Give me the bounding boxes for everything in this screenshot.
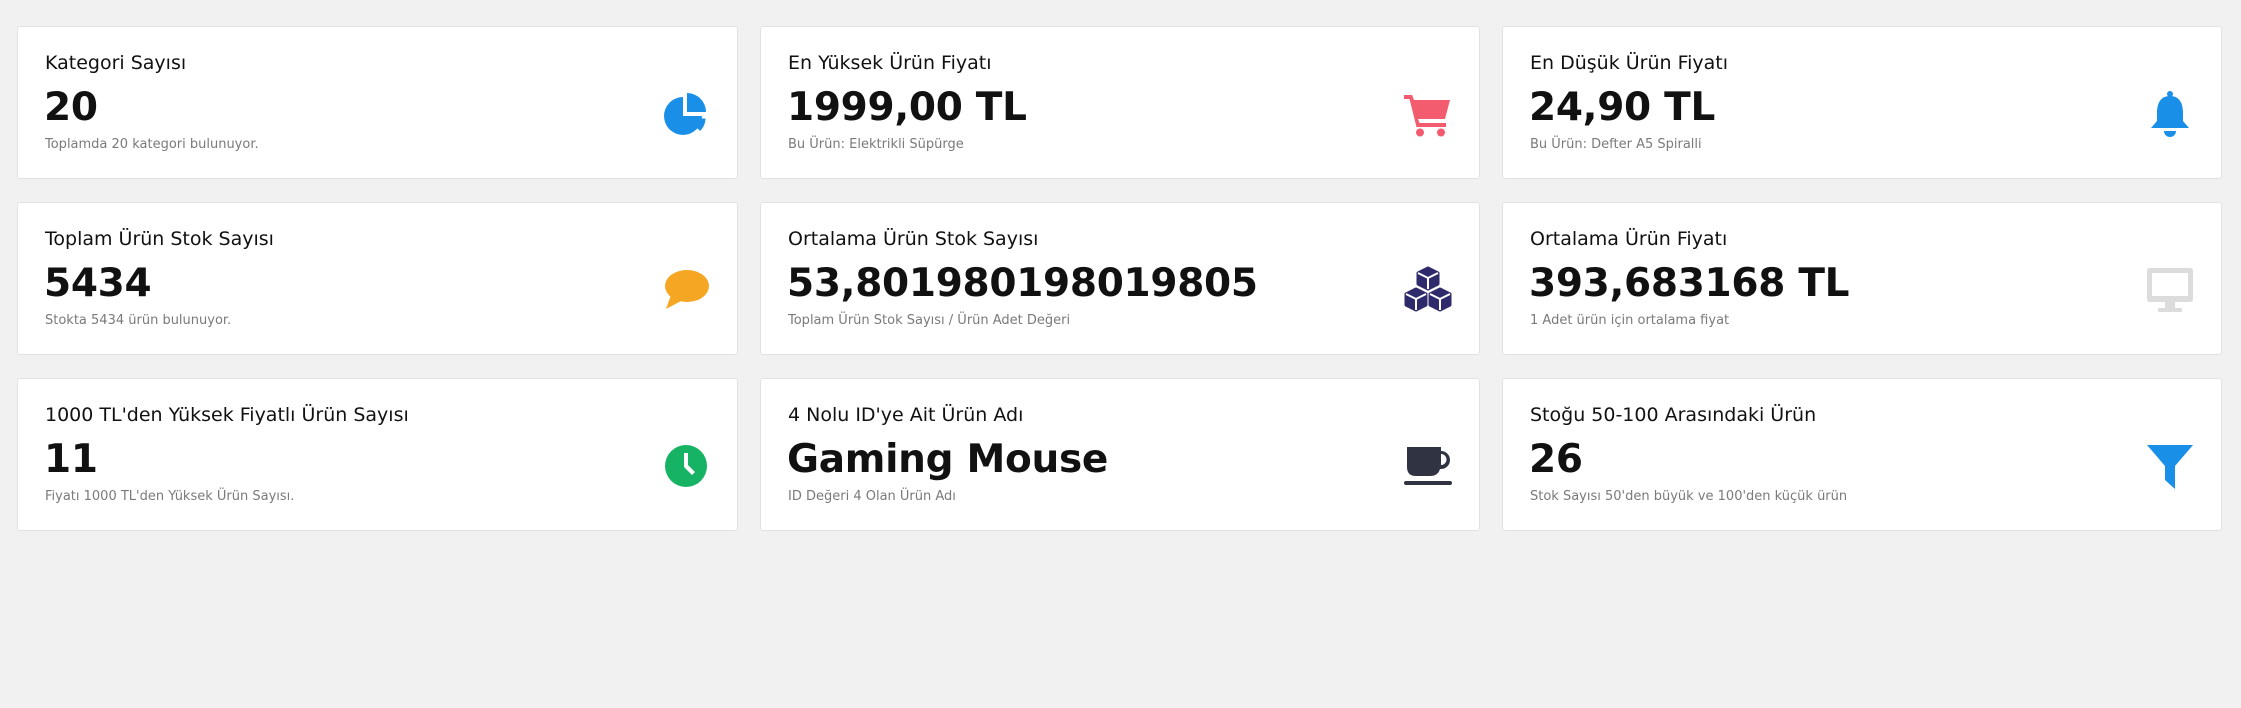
desktop-icon [2145,265,2195,315]
stat-card-lowest-price: En Düşük Ürün Fiyatı 24,90 TL Bu Ürün: D… [1502,26,2222,179]
cubes-icon [1403,265,1453,315]
card-title: En Yüksek Ürün Fiyatı [788,52,992,74]
stat-card-expensive-count: 1000 TL'den Yüksek Fiyatlı Ürün Sayısı 1… [17,378,738,531]
bell-icon [2145,89,2195,139]
card-subtitle: Toplamda 20 kategori bulunuyor. [45,137,259,152]
card-subtitle: Stok Sayısı 50'den büyük ve 100'den küçü… [1530,489,1848,504]
card-title: Ortalama Ürün Fiyatı [1530,228,1728,250]
card-value: 5434 [44,261,152,306]
stat-card-total-stock: Toplam Ürün Stok Sayısı 5434 Stokta 5434… [17,202,738,355]
card-subtitle: Bu Ürün: Defter A5 Spiralli [1530,137,1702,152]
stat-card-highest-price: En Yüksek Ürün Fiyatı 1999,00 TL Bu Ürün… [760,26,1480,179]
card-value: 11 [44,437,98,482]
card-title: En Düşük Ürün Fiyatı [1530,52,1729,74]
card-title: Ortalama Ürün Stok Sayısı [788,228,1039,250]
card-value: 26 [1529,437,1583,482]
card-title: Stoğu 50-100 Arasındaki Ürün [1530,404,1817,426]
stat-card-product-name: 4 Nolu ID'ye Ait Ürün Adı Gaming Mouse I… [760,378,1480,531]
shopping-cart-icon [1403,89,1453,139]
stat-card-avg-stock: Ortalama Ürün Stok Sayısı 53,80198019801… [760,202,1480,355]
card-title: 4 Nolu ID'ye Ait Ürün Adı [788,404,1024,426]
card-value: 1999,00 TL [787,85,1027,130]
card-value: 393,683168 TL [1529,261,1850,306]
card-value: Gaming Mouse [787,437,1109,482]
stat-card-category-count: Kategori Sayısı 20 Toplamda 20 kategori … [17,26,738,179]
comment-icon [661,265,711,315]
card-value: 53,801980198019805 [787,261,1258,306]
card-subtitle: Toplam Ürün Stok Sayısı / Ürün Adet Değe… [788,313,1071,328]
stat-card-stock-range: Stoğu 50-100 Arasındaki Ürün 26 Stok Say… [1502,378,2222,531]
card-subtitle: ID Değeri 4 Olan Ürün Adı [788,489,956,504]
filter-icon [2145,441,2195,491]
card-title: 1000 TL'den Yüksek Fiyatlı Ürün Sayısı [45,404,409,426]
card-subtitle: Stokta 5434 ürün bulunuyor. [45,313,232,328]
card-subtitle: Bu Ürün: Elektrikli Süpürge [788,137,964,152]
card-title: Kategori Sayısı [45,52,187,74]
pie-chart-icon [661,89,711,139]
card-value: 20 [44,85,98,130]
card-title: Toplam Ürün Stok Sayısı [45,228,274,250]
card-value: 24,90 TL [1529,85,1715,130]
stats-grid: Kategori Sayısı 20 Toplamda 20 kategori … [17,26,2222,531]
card-subtitle: 1 Adet ürün için ortalama fiyat [1530,313,1730,328]
stat-card-avg-price: Ortalama Ürün Fiyatı 393,683168 TL 1 Ade… [1502,202,2222,355]
coffee-cup-icon [1403,441,1453,491]
clock-icon [661,441,711,491]
card-subtitle: Fiyatı 1000 TL'den Yüksek Ürün Sayısı. [45,489,295,504]
